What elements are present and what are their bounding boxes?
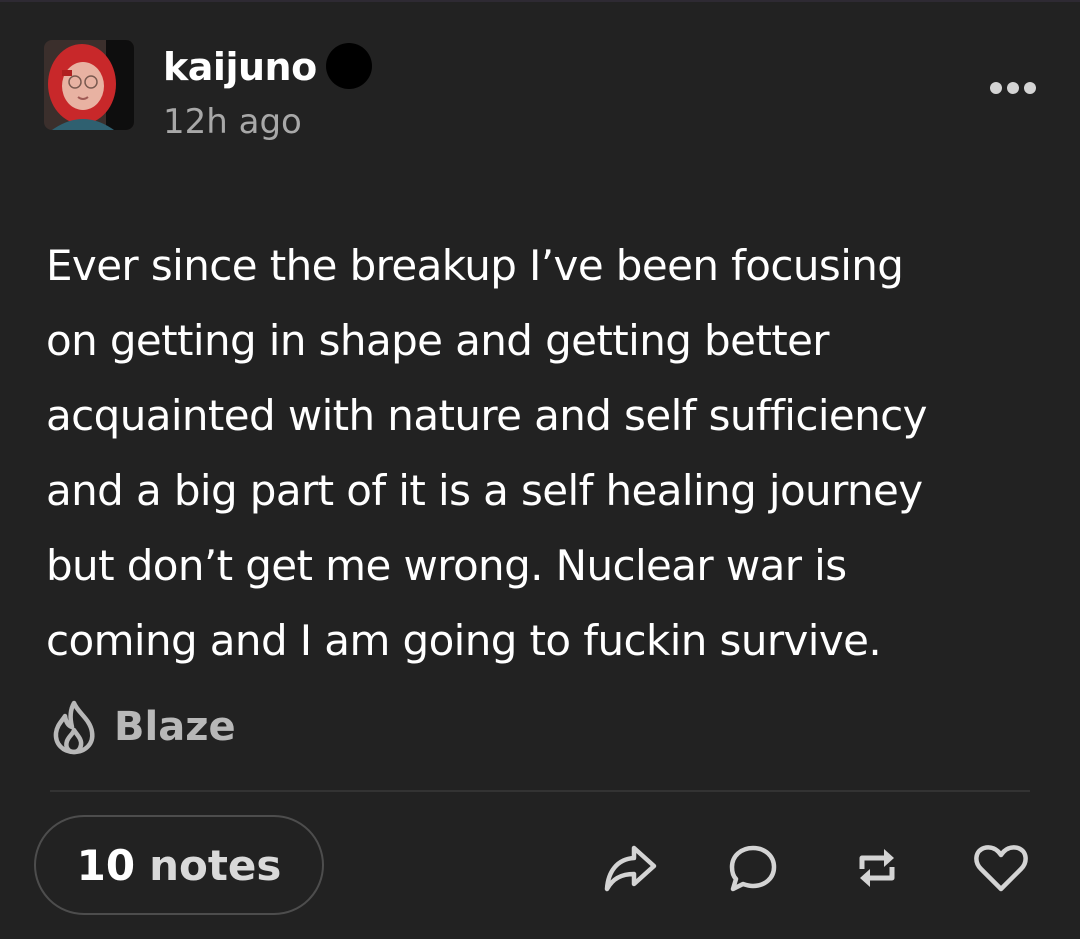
- notes-label: notes: [149, 840, 282, 890]
- username[interactable]: kaijuno: [163, 42, 317, 92]
- reblog-icon: [859, 849, 895, 887]
- reblog-button[interactable]: [847, 838, 907, 898]
- comment-bubble-icon: [729, 845, 777, 892]
- notes-count: 10: [76, 840, 136, 890]
- post-body-line: Ever since the breakup I’ve been focusin…: [46, 241, 904, 290]
- notes-button[interactable]: 10 notes: [34, 815, 324, 915]
- share-button[interactable]: [600, 838, 660, 898]
- post-body-line: and a big part of it is a self healing j…: [46, 466, 923, 515]
- divider: [50, 790, 1030, 792]
- more-horizontal-icon: [990, 82, 1036, 94]
- post-body-line: but don’t get me wrong. Nuclear war is: [46, 541, 847, 590]
- post-body-line: coming and I am going to fuckin survive.: [46, 616, 882, 665]
- reply-button[interactable]: [723, 838, 783, 898]
- like-button[interactable]: [971, 838, 1031, 898]
- more-options-button[interactable]: [982, 64, 1044, 112]
- post-body-line: acquainted with nature and self sufficie…: [46, 391, 928, 440]
- blaze-button[interactable]: Blaze: [48, 697, 236, 757]
- blaze-label: Blaze: [114, 704, 236, 750]
- post-body: Ever since the breakup I’ve been focusin…: [46, 228, 1046, 678]
- post-card: kaijuno 12h ago Ever since the breakup I…: [0, 0, 1080, 939]
- share-arrow-icon: [604, 845, 657, 892]
- avatar[interactable]: [44, 40, 134, 130]
- heart-icon: [974, 845, 1028, 892]
- timestamp[interactable]: 12h ago: [163, 98, 302, 146]
- post-body-line: on getting in shape and getting better: [46, 316, 830, 365]
- status-dot: [326, 43, 372, 89]
- flame-icon: [53, 700, 95, 755]
